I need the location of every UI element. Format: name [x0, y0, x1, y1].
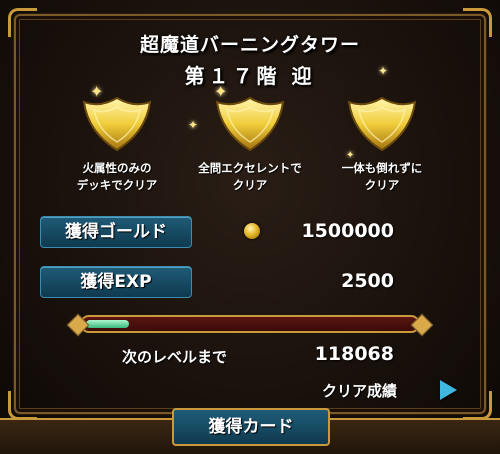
next-level-label: 次のレベルまで: [122, 348, 228, 366]
exp-label: 獲得EXP: [40, 266, 192, 298]
medal-caption-line: 全問エクセレントで: [198, 161, 302, 175]
crest-medal-icon: [347, 96, 417, 152]
play-arrow-icon[interactable]: [440, 380, 457, 400]
frame-corner-ornament: [8, 391, 37, 420]
frame-corner-ornament: [463, 391, 492, 420]
gold-coin-icon: [244, 223, 260, 239]
medal-no-faint: 一体も倒れずに クリア: [327, 92, 437, 194]
medal-all-excellent: 全問エクセレントで クリア: [195, 92, 305, 194]
exp-bar-track: [80, 315, 420, 333]
medal-fire-only: 火属性のみの デッキでクリア: [62, 92, 172, 194]
medal-caption-line: 火属性のみの: [82, 161, 152, 175]
floor-title: 第１７階 迎: [184, 64, 316, 88]
crest-medal-icon: [215, 96, 285, 152]
next-level-value: 118068: [314, 343, 394, 365]
result-screen: 超魔道バーニングタワー 第１７階 迎 ✦ ✦ ✦ ✦ ✦ 火属性のみの デッキで…: [0, 0, 500, 454]
gold-value: 1500000: [301, 220, 394, 242]
clear-record-button[interactable]: クリア成績: [322, 380, 397, 401]
exp-bar-fill: [86, 320, 129, 328]
medal-caption-line: クリア: [364, 178, 400, 192]
medal-caption-line: デッキでクリア: [76, 178, 158, 192]
obtained-cards-tab[interactable]: 獲得カード: [172, 408, 330, 446]
medal-caption-line: 一体も倒れずに: [341, 161, 423, 175]
gold-label: 獲得ゴールド: [40, 216, 192, 248]
exp-value: 2500: [341, 270, 394, 292]
exp-progress-bar: [66, 313, 434, 337]
dungeon-title: 超魔道バーニングタワー: [139, 34, 360, 56]
medal-caption-line: クリア: [232, 178, 268, 192]
crest-medal-icon: [82, 96, 152, 152]
sparkle-icon: ✦: [378, 64, 389, 78]
